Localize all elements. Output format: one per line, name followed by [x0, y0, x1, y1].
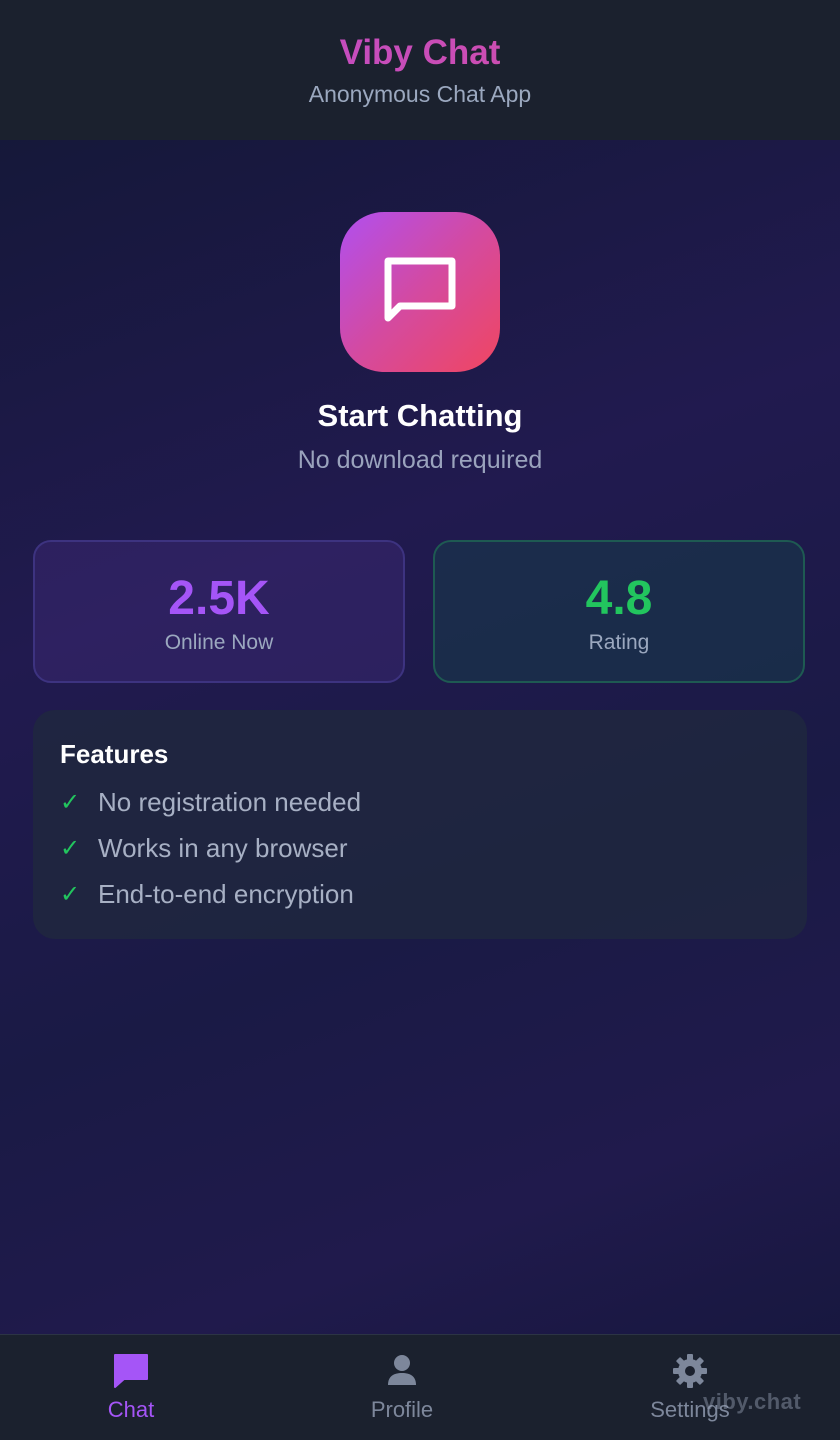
feature-text: Works in any browser	[98, 833, 348, 863]
app-subtitle: Anonymous Chat App	[308, 81, 532, 107]
hero-subtitle: No download required	[297, 446, 543, 474]
nav-chat-tab[interactable]: Chat	[31, 1335, 231, 1440]
rating-value: 4.8	[585, 572, 653, 625]
chat-icon	[114, 1354, 148, 1388]
features-card: Features ✓ No registration needed ✓ Work…	[33, 710, 807, 939]
start-chat-button[interactable]	[340, 212, 500, 372]
chat-bubble-icon	[384, 257, 456, 322]
online-label: Online Now	[164, 631, 274, 654]
app-title: Viby Chat	[0, 32, 840, 74]
bottom-nav: Chat Profile Settings	[0, 1334, 840, 1440]
hero-title: Start Chatting	[317, 398, 523, 433]
check-icon: ✓	[60, 788, 81, 816]
check-icon: ✓	[60, 834, 81, 862]
app-screen: Viby Chat Anonymous Chat App Start Chatt…	[0, 0, 840, 1440]
nav-chat-label: Chat	[107, 1397, 155, 1422]
feature-item: ✓ No registration needed	[60, 785, 780, 819]
online-now-card: 2.5K Online Now	[33, 540, 405, 683]
user-icon	[388, 1355, 416, 1385]
online-count: 2.5K	[168, 572, 270, 625]
nav-profile-tab[interactable]: Profile	[302, 1335, 502, 1440]
nav-profile-label: Profile	[370, 1397, 434, 1422]
check-icon: ✓	[60, 880, 81, 908]
feature-item: ✓ End-to-end encryption	[60, 877, 780, 911]
features-title: Features	[60, 739, 169, 769]
feature-text: No registration needed	[98, 787, 362, 817]
gear-icon	[673, 1354, 707, 1388]
feature-text: End-to-end encryption	[98, 879, 354, 909]
watermark: viby.chat	[703, 1389, 802, 1414]
feature-item: ✓ Works in any browser	[60, 831, 780, 865]
app-header: Viby Chat Anonymous Chat App	[0, 0, 840, 140]
rating-label: Rating	[588, 631, 650, 654]
rating-card: 4.8 Rating	[433, 540, 805, 683]
